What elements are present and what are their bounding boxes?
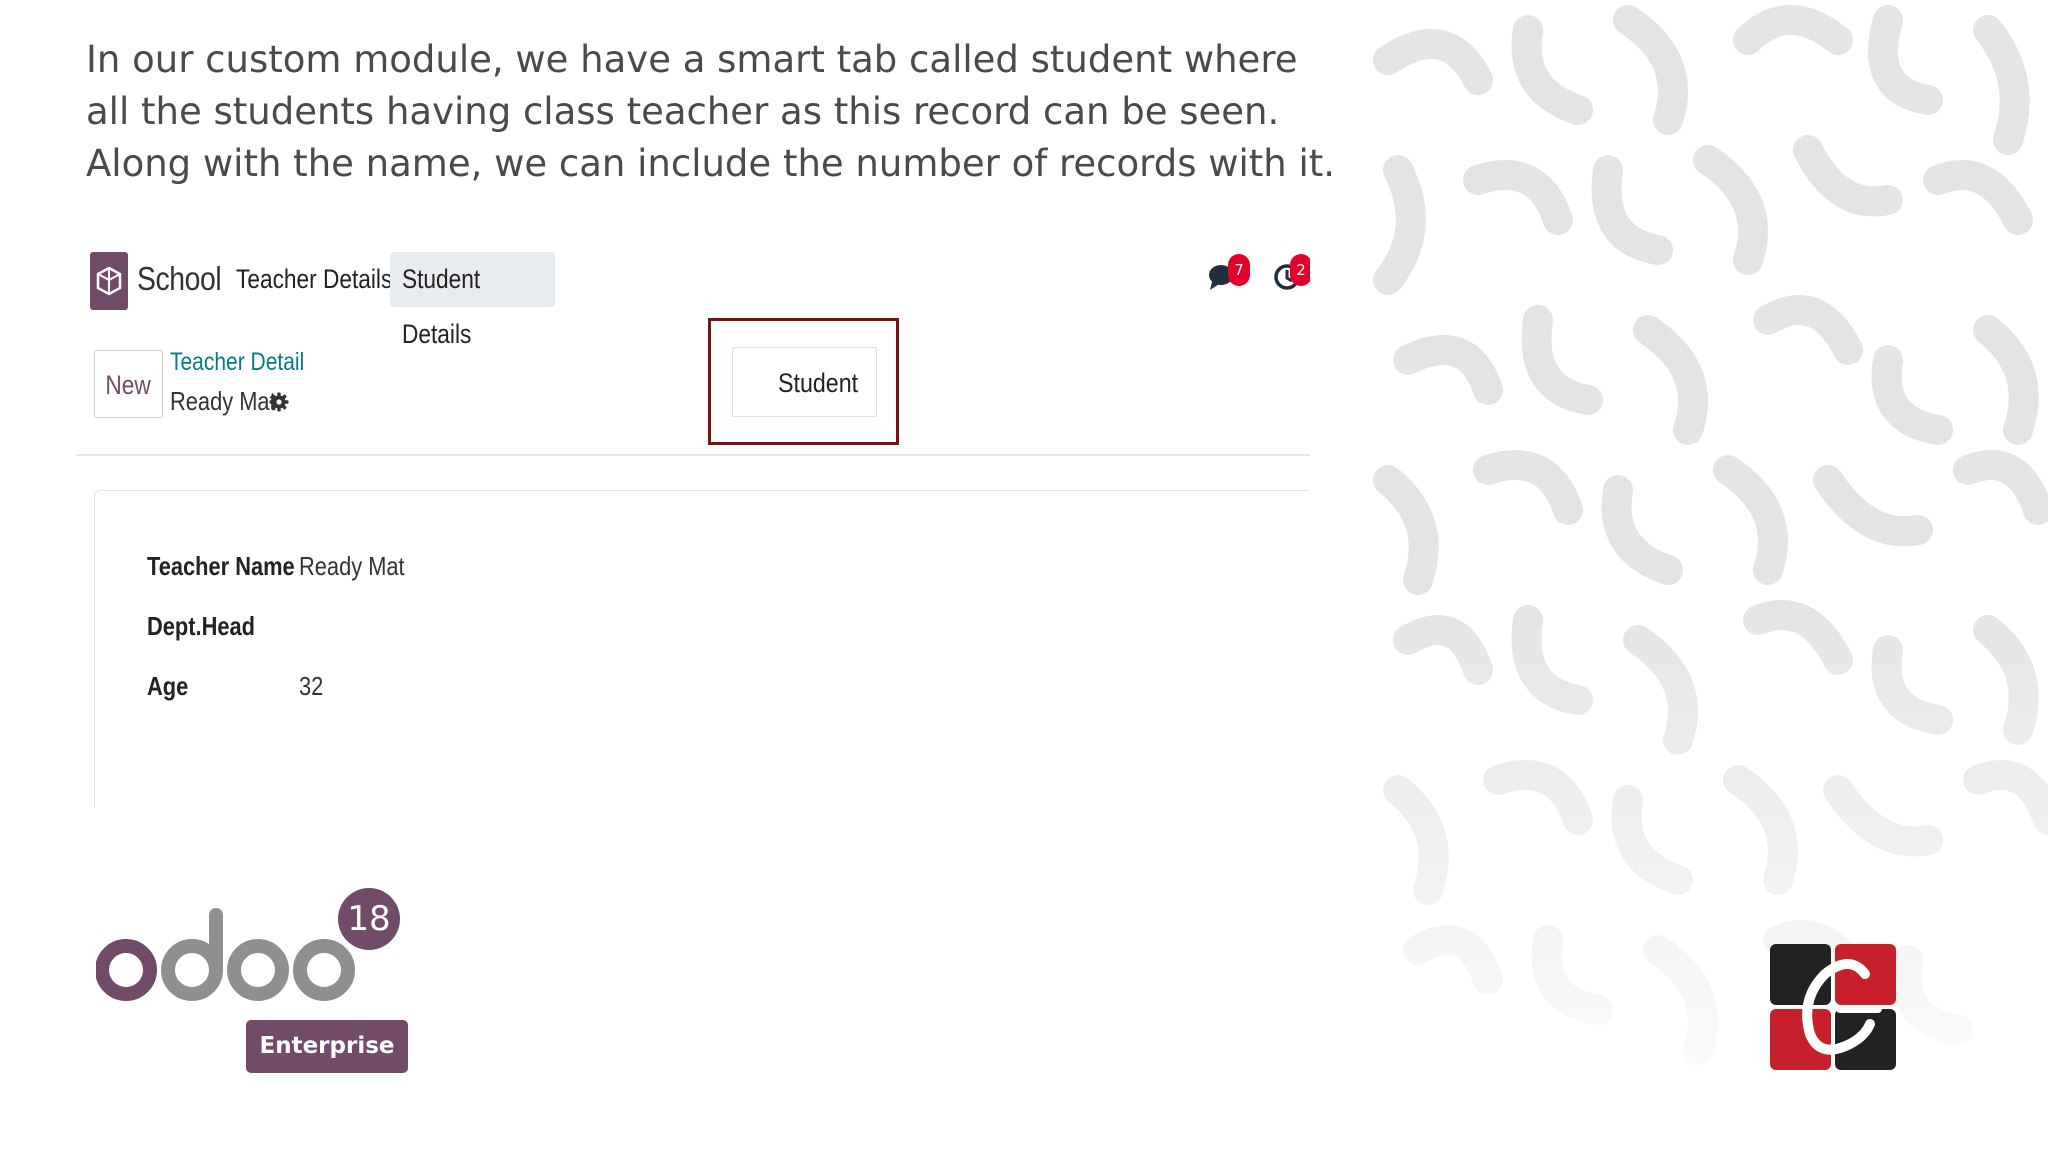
slide-caption: In our custom module, we have a smart ta… <box>86 34 1336 190</box>
gear-icon[interactable] <box>269 391 289 413</box>
field-label-dept-head: Dept.Head <box>147 611 256 641</box>
decorative-pattern <box>1368 0 2048 1080</box>
student-smart-button[interactable]: Student <box>732 347 877 417</box>
form-sheet: Teacher Name Ready Mat Dept.Head Age 32 <box>94 490 1310 808</box>
odoo-logo <box>96 908 355 1001</box>
new-button[interactable]: New <box>94 350 163 418</box>
app-name[interactable]: School <box>137 260 222 298</box>
control-panel-divider <box>76 454 1310 456</box>
menu-student-details-label: Student Details <box>402 264 481 349</box>
caption-line: all the students having class teacher as… <box>86 90 1280 133</box>
school-app-icon[interactable] <box>90 252 128 310</box>
top-navbar: School Teacher Details Student Details 7… <box>76 236 1310 349</box>
enterprise-badge: Enterprise <box>246 1020 408 1073</box>
caption-line: In our custom module, we have a smart ta… <box>86 38 1298 81</box>
menu-teacher-details[interactable]: Teacher Details <box>236 252 392 307</box>
record-name: Ready Mat <box>170 386 276 416</box>
breadcrumb-teacher-detail[interactable]: Teacher Detail <box>170 348 304 377</box>
messages-badge: 7 <box>1228 254 1250 286</box>
activities-badge: 2 <box>1290 254 1310 286</box>
cube-icon <box>96 266 122 296</box>
student-smart-button-label: Student <box>777 368 858 398</box>
version-badge: 18 <box>338 888 400 950</box>
menu-student-details[interactable]: Student Details <box>390 252 555 349</box>
field-teacher-name[interactable]: Ready Mat <box>299 551 405 582</box>
odoo-form-screenshot: School Teacher Details Student Details 7… <box>76 236 1310 808</box>
field-label-teacher-name: Teacher Name <box>147 551 295 581</box>
field-label-age: Age <box>147 671 189 701</box>
field-age[interactable]: 32 <box>299 671 323 702</box>
caption-line: Along with the name, we can include the … <box>86 142 1336 185</box>
company-logo <box>1770 944 1896 1070</box>
